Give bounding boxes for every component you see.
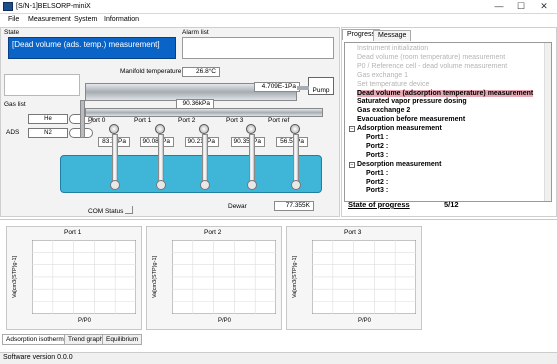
chart-title: Port 3 [344,229,362,236]
dewar-label: Dewar [228,203,247,210]
port-ref-valve[interactable] [290,124,300,134]
ads-label: ADS [6,129,20,136]
progress-step: Dead volume (adsorption temperature) mea… [357,89,534,97]
state-of-progress-label: State of progress [348,200,410,209]
progress-scrollbar[interactable] [544,43,551,201]
progress-step: Desorption measurement [357,160,442,168]
port-3-sample-cell [247,180,257,190]
pump-button[interactable]: Pump [308,77,334,95]
gas-he-button[interactable]: He [28,114,68,124]
progress-value: 5/12 [444,200,459,209]
state-display: [Dead volume (ads. temp.) measurement] [8,37,176,59]
gas-line [80,100,85,138]
manifold-temperature-label: Manifold temperature [120,68,182,75]
collapse-toggle-icon[interactable]: − [349,126,355,133]
port-0-tube [112,134,118,184]
pump-label: Pump [312,87,330,94]
chart-plot-area [312,240,416,314]
port-3-label: Port 3 [226,117,244,124]
chart-xlabel: P/P0 [78,318,92,324]
alarm-list[interactable] [182,37,334,59]
com-status-label: COM Status [88,208,124,215]
maximize-button[interactable]: ☐ [510,0,532,13]
port-1-valve[interactable] [155,124,165,134]
chart-xlabel: P/P0 [358,318,372,324]
resize-grip-icon [125,206,133,214]
progress-step: Port1 : [366,169,389,177]
progress-step: Instrument initialization [357,45,429,52]
port-1-sample-cell [156,180,166,190]
alarm-list-label: Alarm list [182,29,209,36]
progress-step: Gas exchange 1 [357,71,408,79]
port-1-tube [158,134,164,184]
pump-line [297,86,309,90]
app-icon [3,2,13,11]
port-ref-tube [293,134,299,184]
port-ref-cell [291,180,301,190]
chart-plot-area [32,240,136,314]
progress-step: Dead volume (room temperature) measureme… [357,53,506,61]
gas-info-box [4,74,80,96]
progress-step: P0 / Reference cell - dead volume measur… [357,62,508,70]
port-3-pressure: 90.35kPa [231,137,265,147]
minimize-button[interactable]: — [488,0,510,13]
port-2-sample-cell [200,180,210,190]
close-button[interactable]: ✕ [533,0,555,13]
progress-step: Port2 : [366,142,389,150]
port-2-valve[interactable] [199,124,209,134]
tab-adsorption-isotherm[interactable]: Adsorption isotherm [2,334,68,345]
menu-file[interactable]: File [8,16,19,23]
port-2-label: Port 2 [178,117,196,124]
port-3-valve[interactable] [246,124,256,134]
dewar-temperature-value: 77.355K [274,201,314,211]
port-0-label: Port 0 [88,117,106,124]
status-bar [0,352,557,364]
dewar-bath [60,155,322,193]
menu-information[interactable]: Information [104,16,139,23]
progress-step: Port3 : [366,187,389,195]
pump-pressure-value: 4.709E-1Pa [254,82,300,92]
software-version: Software version 0.0.0 [3,354,73,361]
port-ref-label: Port ref [268,117,290,124]
menu-measurement[interactable]: Measurement [28,16,71,23]
tab-trend-graph[interactable]: Trend graph [64,334,108,345]
state-label: State [4,29,20,36]
port-0-valve[interactable] [109,124,119,134]
tab-equilibrium[interactable]: Equilibrium [102,334,143,345]
port-ref-pressure: 56.5kPa [276,137,308,147]
gas-list-label: Gas list [4,101,26,108]
progress-step: Port1 : [366,134,389,141]
chart-ylabel: Va[cm3(STP)g-1] [152,255,159,299]
chart-plot-area [172,240,276,314]
chart-ylabel: Va[cm3(STP)g-1] [292,255,299,299]
port-2-tube [202,134,208,184]
port-1-pressure: 90.08kPa [140,137,174,147]
progress-step: Evacuation before measurement [357,116,466,124]
tab-message[interactable]: Message [373,30,412,41]
menu-system[interactable]: System [74,16,97,23]
port-1-label: Port 1 [134,117,152,124]
port-manifold [85,108,323,117]
progress-step: Gas exchange 2 [357,107,411,115]
progress-step: Port3 : [366,151,389,159]
chart-ylabel: Va[cm3(STP)g-1] [12,255,19,299]
gas-n2-button[interactable]: N2 [28,128,68,138]
chart-title: Port 1 [64,229,82,236]
progress-step: Port2 : [366,178,389,186]
progress-step: Saturated vapor pressure dosing [357,98,467,106]
port-0-sample-cell [110,180,120,190]
window-title: [S/N-1]BELSORP-miniX [16,3,91,10]
chart-title: Port 2 [204,229,222,236]
chart-xlabel: P/P0 [218,318,232,324]
manifold-temperature-value: 26.8°C [182,67,220,77]
port-3-tube [249,134,255,184]
progress-step: Adsorption measurement [357,125,442,133]
progress-step: Set temperature device [357,80,430,88]
collapse-toggle-icon[interactable]: − [349,161,355,168]
